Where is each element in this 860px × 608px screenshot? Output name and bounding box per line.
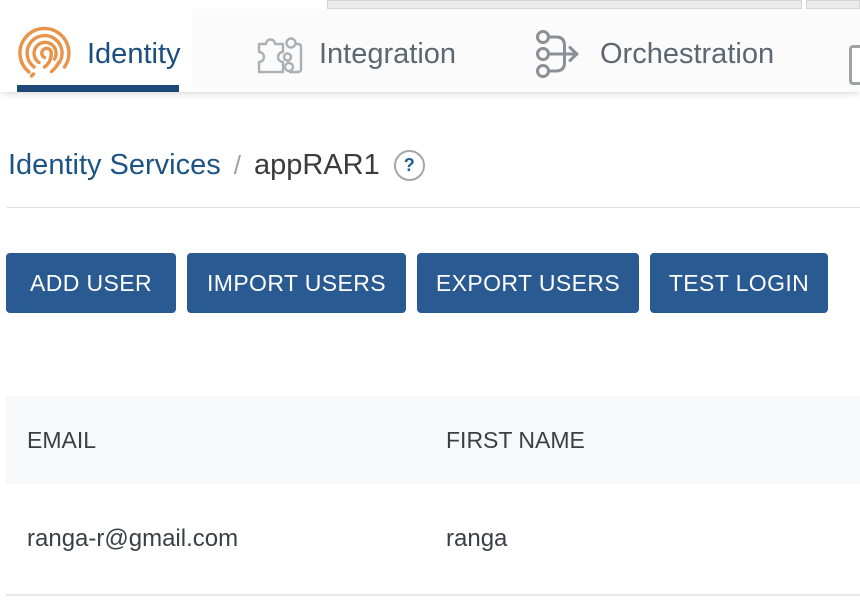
tab-identity-label: Identity xyxy=(87,38,181,71)
flow-icon xyxy=(535,29,587,79)
export-users-button[interactable]: EXPORT USERS xyxy=(417,253,639,313)
help-icon[interactable]: ? xyxy=(394,150,425,181)
cell-first-name: ranga xyxy=(446,525,860,553)
table-header-row: EMAIL FIRST NAME xyxy=(6,396,860,484)
page-title: appRAR1 xyxy=(254,149,380,182)
tab-orchestration[interactable]: Orchestration xyxy=(535,9,774,92)
cutoff-tab-icon[interactable] xyxy=(849,45,860,85)
tab-orchestration-label: Orchestration xyxy=(600,38,774,71)
add-user-button[interactable]: ADD USER xyxy=(6,253,176,313)
puzzle-icon xyxy=(253,30,305,78)
table-row[interactable]: ranga-r@gmail.com ranga xyxy=(6,484,860,596)
active-tab-indicator xyxy=(17,85,179,92)
breadcrumb-identity-services-link[interactable]: Identity Services xyxy=(8,149,221,182)
help-glyph: ? xyxy=(404,156,415,174)
tab-identity[interactable]: Identity xyxy=(18,9,181,92)
browser-tab-remnant-right xyxy=(806,0,860,9)
users-table: EMAIL FIRST NAME ranga-r@gmail.com ranga xyxy=(6,396,860,596)
app-window: Identity Integration xyxy=(0,0,860,608)
column-header-email: EMAIL xyxy=(6,427,446,454)
browser-chrome-strip xyxy=(0,0,860,9)
browser-tab-remnant-left xyxy=(327,0,802,9)
test-login-button[interactable]: TEST LOGIN xyxy=(650,253,828,313)
tab-integration-label: Integration xyxy=(319,38,456,71)
cell-email: ranga-r@gmail.com xyxy=(6,525,446,553)
tab-integration[interactable]: Integration xyxy=(253,9,456,92)
column-header-first-name: FIRST NAME xyxy=(446,427,860,454)
fingerprint-icon xyxy=(18,26,75,83)
breadcrumb: Identity Services / appRAR1 ? xyxy=(8,140,425,190)
primary-nav: Identity Integration xyxy=(0,9,860,92)
section-divider xyxy=(7,207,860,208)
user-actions-toolbar: ADD USER IMPORT USERS EXPORT USERS TEST … xyxy=(6,253,828,313)
import-users-button[interactable]: IMPORT USERS xyxy=(187,253,406,313)
breadcrumb-separator: / xyxy=(234,150,241,181)
